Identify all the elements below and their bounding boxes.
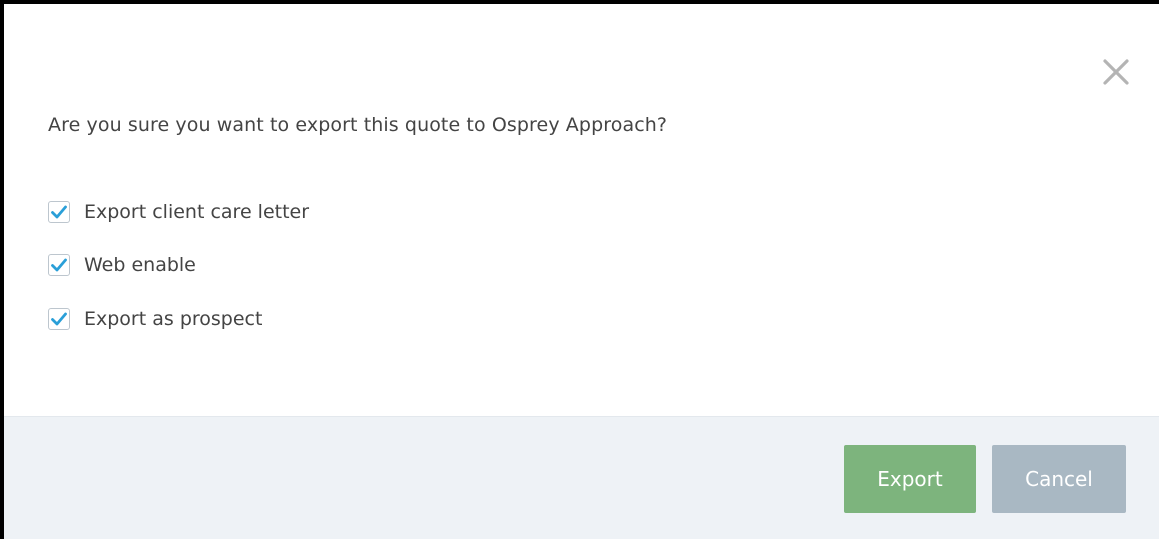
option-label: Web enable	[84, 254, 196, 276]
checkbox-web-enable[interactable]	[48, 254, 70, 276]
option-web-enable[interactable]: Web enable	[48, 250, 196, 280]
checkmark-icon	[51, 205, 67, 219]
export-button[interactable]: Export	[844, 445, 976, 513]
option-export-as-prospect[interactable]: Export as prospect	[48, 304, 262, 334]
close-icon	[1103, 59, 1129, 85]
export-quote-dialog: Are you sure you want to export this quo…	[4, 4, 1159, 539]
close-button[interactable]	[1096, 52, 1136, 92]
checkbox-export-as-prospect[interactable]	[48, 308, 70, 330]
dialog-question: Are you sure you want to export this quo…	[48, 114, 668, 136]
option-export-client-care-letter[interactable]: Export client care letter	[48, 197, 309, 227]
cancel-button[interactable]: Cancel	[992, 445, 1126, 513]
option-label: Export client care letter	[84, 201, 310, 223]
checkmark-icon	[51, 258, 67, 272]
option-label: Export as prospect	[84, 308, 263, 330]
dialog-footer: Export Cancel	[4, 416, 1159, 539]
checkbox-export-client-care-letter[interactable]	[48, 201, 70, 223]
dialog-body: Are you sure you want to export this quo…	[4, 4, 1159, 416]
checkmark-icon	[51, 312, 67, 326]
